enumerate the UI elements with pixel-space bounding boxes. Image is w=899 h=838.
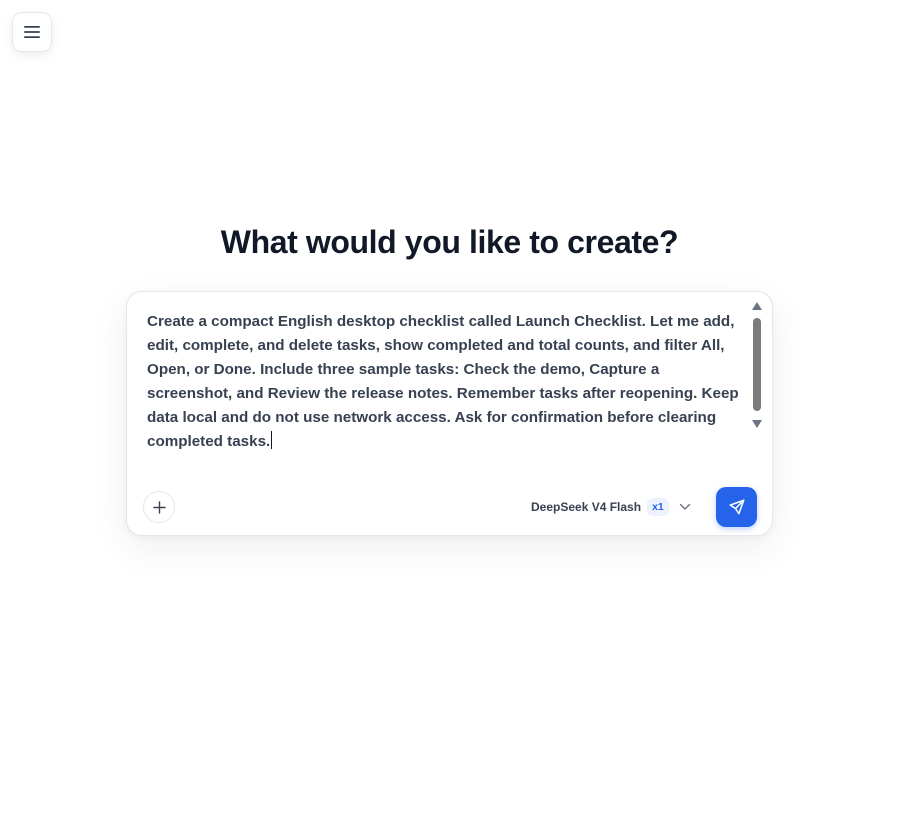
- scroll-down-arrow-icon[interactable]: [752, 420, 762, 428]
- hamburger-menu-icon: [24, 26, 40, 38]
- prompt-input-value: Create a compact English desktop checkli…: [147, 313, 743, 450]
- model-name: DeepSeek V4 Flash: [531, 500, 642, 514]
- send-button[interactable]: [716, 487, 757, 527]
- prompt-input[interactable]: Create a compact English desktop checkli…: [147, 310, 747, 480]
- send-icon: [729, 499, 744, 515]
- scroll-thumb[interactable]: [753, 318, 761, 411]
- text-caret: [271, 431, 273, 449]
- prompt-scrollbar[interactable]: [751, 302, 763, 432]
- chevron-down-icon: [679, 503, 690, 510]
- plus-icon: [152, 500, 166, 514]
- menu-button[interactable]: [12, 12, 52, 52]
- scroll-up-arrow-icon[interactable]: [752, 302, 762, 310]
- model-selector[interactable]: DeepSeek V4 Flash x1: [531, 496, 691, 518]
- attach-button[interactable]: [143, 491, 175, 523]
- page-title: What would you like to create?: [220, 224, 679, 260]
- model-multiplier-badge: x1: [647, 498, 669, 516]
- prompt-composer: Create a compact English desktop checkli…: [126, 291, 773, 536]
